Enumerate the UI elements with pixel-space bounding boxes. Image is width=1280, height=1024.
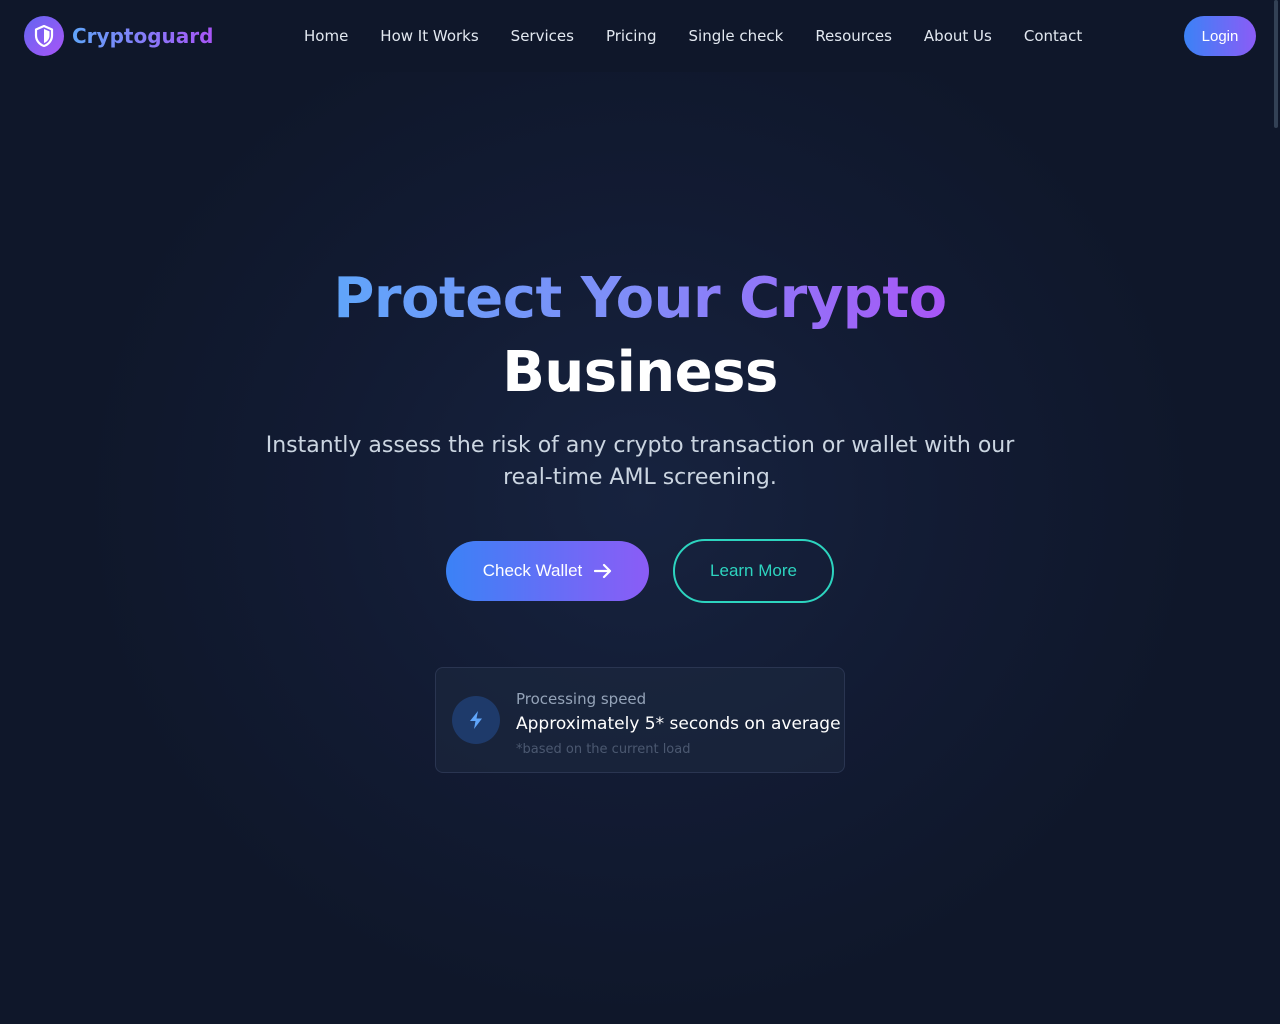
shield-icon bbox=[24, 16, 64, 56]
nav-item-pricing[interactable]: Pricing bbox=[590, 24, 673, 48]
hero-title-plain: Business bbox=[502, 340, 778, 405]
check-wallet-button[interactable]: Check Wallet bbox=[446, 541, 649, 601]
arrow-right-icon bbox=[594, 563, 612, 579]
nav-item-resources[interactable]: Resources bbox=[799, 24, 908, 48]
main-nav: Home How It Works Services Pricing Singl… bbox=[288, 24, 1098, 48]
hero-subtitle: Instantly assess the risk of any crypto … bbox=[265, 433, 1015, 490]
hero-title-gradient: Protect Your Crypto bbox=[333, 266, 947, 331]
brand[interactable]: Cryptoguard bbox=[24, 16, 213, 56]
speed-label: Processing speed bbox=[516, 690, 647, 708]
nav-item-home[interactable]: Home bbox=[288, 24, 364, 48]
learn-more-button[interactable]: Learn More bbox=[673, 539, 834, 603]
nav-item-contact[interactable]: Contact bbox=[1008, 24, 1098, 48]
processing-speed-card: Processing speed Approximately 5* second… bbox=[435, 667, 845, 773]
scrollbar-thumb[interactable] bbox=[1274, 0, 1278, 128]
login-button[interactable]: Login bbox=[1184, 16, 1256, 56]
brand-name: Cryptoguard bbox=[72, 24, 214, 48]
hero-title: Protect Your Crypto Business bbox=[0, 262, 1280, 410]
lightning-bolt-icon bbox=[452, 696, 500, 744]
speed-note: *based on the current load bbox=[516, 742, 691, 757]
speed-value: Approximately 5* seconds on average bbox=[516, 714, 841, 734]
page-scrollbar[interactable] bbox=[1272, 0, 1280, 1024]
nav-item-how-it-works[interactable]: How It Works bbox=[364, 24, 494, 48]
nav-item-services[interactable]: Services bbox=[495, 24, 590, 48]
nav-item-single-check[interactable]: Single check bbox=[673, 24, 800, 48]
top-navbar: Cryptoguard Home How It Works Services P… bbox=[0, 0, 1280, 72]
check-wallet-label: Check Wallet bbox=[482, 561, 583, 580]
nav-item-about-us[interactable]: About Us bbox=[908, 24, 1008, 48]
